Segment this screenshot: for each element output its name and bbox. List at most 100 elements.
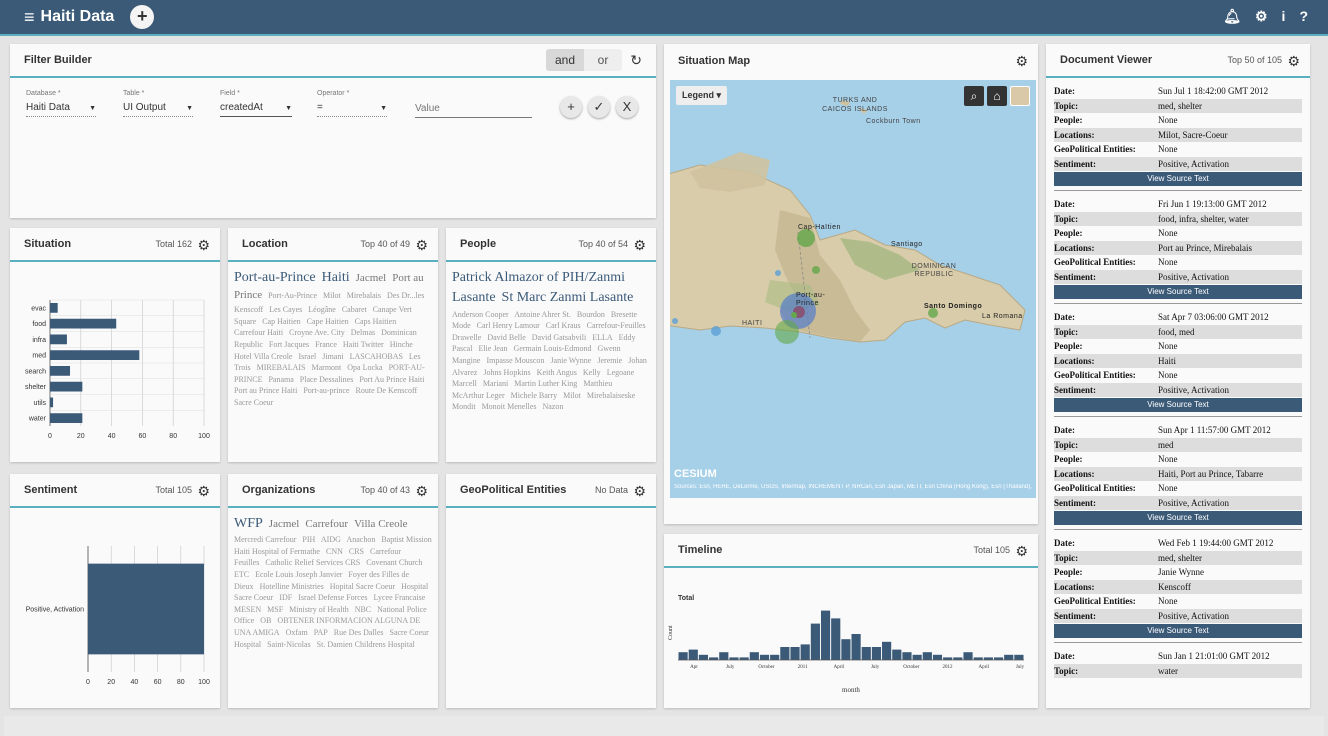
- view-source-text-button[interactable]: View Source Text: [1054, 285, 1302, 299]
- cloud-term[interactable]: Mercredi Carrefour: [234, 535, 296, 544]
- cloud-term[interactable]: OB: [260, 616, 271, 625]
- or-button[interactable]: or: [584, 49, 622, 71]
- cloud-term[interactable]: AIDG: [321, 535, 341, 544]
- home-icon[interactable]: ⌂: [987, 86, 1007, 106]
- gear-icon[interactable]: ⚙: [633, 483, 646, 500]
- document-list[interactable]: Date: Sun Jul 1 18:42:00 GMT 2012 Topic: me…: [1054, 84, 1302, 708]
- cloud-term[interactable]: Hopital Sacre Coeur: [330, 582, 395, 591]
- cloud-term[interactable]: Oxfam: [286, 628, 308, 637]
- cloud-term[interactable]: Delmas: [351, 328, 375, 337]
- cloud-term[interactable]: Janie Wynne: [550, 356, 591, 365]
- gear-icon[interactable]: ⚙: [415, 483, 428, 500]
- cloud-term[interactable]: Keith Angus: [537, 368, 577, 377]
- gear-icon[interactable]: ⚙: [1287, 53, 1300, 70]
- cloud-term[interactable]: Villa Creole: [354, 518, 407, 530]
- cloud-term[interactable]: ELLA: [592, 333, 612, 342]
- view-source-text-button[interactable]: View Source Text: [1054, 398, 1302, 412]
- cloud-term[interactable]: Impasse Mouscon: [486, 356, 544, 365]
- operator-select[interactable]: = ▼: [317, 102, 387, 117]
- cloud-term[interactable]: St. Damien Childrens Hospital: [317, 640, 415, 649]
- cloud-term[interactable]: Mirebalaiseske: [587, 391, 635, 400]
- cloud-term[interactable]: St Marc Zanmi Lasante: [502, 290, 634, 305]
- cloud-term[interactable]: CRS: [349, 547, 364, 556]
- view-source-text-button[interactable]: View Source Text: [1054, 172, 1302, 186]
- cloud-term[interactable]: Cape Haitien: [307, 317, 349, 326]
- cloud-term[interactable]: Saint-Nicolas: [267, 640, 311, 649]
- cloud-term[interactable]: WFP: [234, 516, 263, 531]
- cloud-term[interactable]: Carrefour: [305, 518, 348, 530]
- cloud-term[interactable]: Hinche: [390, 340, 413, 349]
- cloud-term[interactable]: Marcell: [452, 379, 477, 388]
- cloud-term[interactable]: David Gatsabvili: [532, 333, 586, 342]
- cloud-term[interactable]: Fort Jacques: [269, 340, 309, 349]
- cloud-term[interactable]: Cap Haitien: [262, 317, 300, 326]
- cloud-term[interactable]: McArthur Leger: [452, 391, 505, 400]
- cloud-term[interactable]: Israel Defense Forces: [298, 593, 367, 602]
- cloud-term[interactable]: Lycee Francaise: [374, 593, 426, 602]
- cloud-term[interactable]: Port-au-Prince: [234, 270, 316, 285]
- cloud-term[interactable]: Jacmel: [356, 272, 387, 284]
- cloud-term[interactable]: Mondit: [452, 402, 476, 411]
- view-source-text-button[interactable]: View Source Text: [1054, 511, 1302, 525]
- refresh-icon[interactable]: ↻: [630, 52, 642, 69]
- cloud-term[interactable]: PAP: [314, 628, 328, 637]
- cloud-term[interactable]: Johns Hopkins: [483, 368, 530, 377]
- cloud-term[interactable]: PIH: [302, 535, 315, 544]
- cloud-term[interactable]: MSF: [267, 605, 283, 614]
- database-select[interactable]: Haiti Data ▼: [26, 102, 96, 117]
- gear-icon[interactable]: ⚙: [1015, 543, 1028, 560]
- cloud-term[interactable]: Germain Louis-Edmond: [514, 344, 592, 353]
- cloud-term[interactable]: Carl Kraus: [546, 321, 581, 330]
- hamburger-icon[interactable]: ≡: [24, 7, 35, 28]
- cloud-term[interactable]: Jacmel: [269, 518, 300, 530]
- gear-icon[interactable]: ⚙: [197, 237, 210, 254]
- view-source-text-button[interactable]: View Source Text: [1054, 624, 1302, 638]
- gear-icon[interactable]: ⚙: [197, 483, 210, 500]
- cloud-term[interactable]: France: [315, 340, 337, 349]
- gear-icon[interactable]: ⚙: [1255, 8, 1268, 25]
- cloud-term[interactable]: Cabaret: [342, 305, 367, 314]
- cloud-term[interactable]: Nazon: [542, 402, 563, 411]
- bell-icon[interactable]: 🔔︎: [1223, 8, 1241, 25]
- cloud-term[interactable]: Milot: [323, 291, 341, 300]
- cloud-term[interactable]: MESEN: [234, 605, 261, 614]
- cloud-term[interactable]: Route De Kenscoff: [356, 386, 418, 395]
- table-select[interactable]: UI Output ▼: [123, 102, 193, 117]
- cloud-term[interactable]: Jimani: [322, 352, 343, 361]
- add-panel-button[interactable]: +: [130, 5, 155, 29]
- cloud-term[interactable]: Monoit Menelles: [482, 402, 537, 411]
- cloud-term[interactable]: CNN: [326, 547, 343, 556]
- gear-icon[interactable]: ⚙: [415, 237, 428, 254]
- imagery-icon[interactable]: [1010, 86, 1030, 106]
- cloud-term[interactable]: Des Dr...les: [387, 291, 424, 300]
- cloud-term[interactable]: Israel: [298, 352, 316, 361]
- cloud-term[interactable]: Milot: [563, 391, 581, 400]
- cloud-term[interactable]: Port-au-prince: [303, 386, 349, 395]
- cloud-term[interactable]: Drawelle: [452, 333, 481, 342]
- gear-icon[interactable]: ⚙: [1015, 53, 1028, 70]
- cloud-term[interactable]: Anachon: [346, 535, 375, 544]
- clear-filter-button[interactable]: X: [616, 96, 638, 118]
- cloud-term[interactable]: Michele Barry: [511, 391, 557, 400]
- cloud-term[interactable]: Léogâne: [308, 305, 336, 314]
- cloud-term[interactable]: Port au Prince Haiti: [234, 386, 297, 395]
- cloud-term[interactable]: Ministry of Health: [289, 605, 349, 614]
- cloud-term[interactable]: Port-Au-Prince: [268, 291, 317, 300]
- cloud-term[interactable]: Haiti Twitter: [343, 340, 384, 349]
- cloud-term[interactable]: Les Cayes: [269, 305, 302, 314]
- cloud-term[interactable]: Hotel Villa Creole: [234, 352, 292, 361]
- field-select[interactable]: createdAt ▼: [220, 102, 292, 117]
- cloud-term[interactable]: Ecole Louis Joseph Janvier: [255, 570, 342, 579]
- apply-filter-button[interactable]: ✓: [588, 96, 610, 118]
- gear-icon[interactable]: ⚙: [633, 237, 646, 254]
- cloud-term[interactable]: Croyne Ave. City: [289, 328, 345, 337]
- cloud-term[interactable]: Panama: [268, 375, 293, 384]
- cloud-term[interactable]: Matthieu: [583, 379, 612, 388]
- map-view[interactable]: Legend ▾ ⌕ ⌂ TURKS AND CAICOS ISLANDS Co…: [670, 80, 1036, 498]
- cloud-term[interactable]: David Belle: [487, 333, 525, 342]
- cloud-term[interactable]: Port Au Prince Haiti: [359, 375, 424, 384]
- search-icon[interactable]: ⌕: [964, 86, 984, 106]
- cloud-term[interactable]: IDF: [279, 593, 292, 602]
- cloud-term[interactable]: Mirebalais: [347, 291, 381, 300]
- cloud-term[interactable]: Haiti: [322, 270, 350, 285]
